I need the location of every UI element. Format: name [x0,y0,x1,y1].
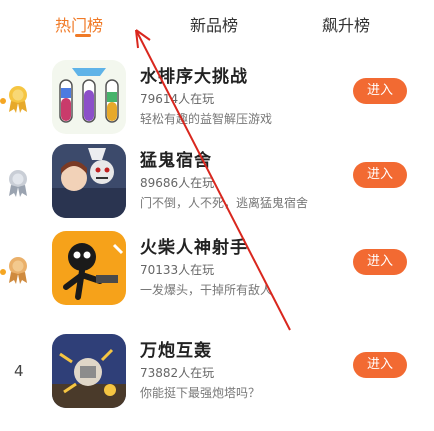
game-icon-stickman-shooter[interactable] [52,231,126,305]
game-description: 你能挺下最强炮塔吗？ [140,386,261,400]
tab-hot[interactable]: 热门榜 [55,12,103,36]
list-item-4[interactable]: 4 万炮互轰 73882人在玩 你能挺下最强炮塔吗？ 进入 [0,330,434,420]
enter-button[interactable]: 进入 [353,78,407,104]
enter-button[interactable]: 进入 [353,249,407,275]
silver-medal-icon [9,170,27,197]
active-tab-indicator [75,34,91,37]
game-title[interactable]: 水排序大挑战 [140,62,248,87]
game-title[interactable]: 万炮互轰 [140,336,212,361]
game-ranking-page: 热门榜 新品榜 飙升榜 水排序大挑战 79614人在玩 轻松有趣的益智解压游戏 [0,0,434,431]
bronze-medal-icon [9,257,27,284]
enter-button[interactable]: 进入 [353,352,407,378]
tab-new[interactable]: 新品榜 [190,12,238,36]
enter-button[interactable]: 进入 [353,162,407,188]
gold-medal-icon [9,86,27,113]
ranking-tabs: 热门榜 新品榜 飙升榜 [0,0,434,44]
game-title[interactable]: 火柴人神射手 [140,233,248,258]
tab-rising[interactable]: 飙升榜 [322,12,370,36]
game-icon-haunted-dorm[interactable] [52,144,126,218]
game-description: 一发爆头，干掉所有敌人 [140,283,273,297]
list-item-2[interactable]: 猛鬼宿舍 89686人在玩 门不倒，人不死，逃离猛鬼宿舍 进入 [0,140,434,230]
list-item-3[interactable]: 火柴人神射手 70133人在玩 一发爆头，干掉所有敌人 进入 [0,227,434,317]
game-description: 轻松有趣的益智解压游戏 [140,112,273,126]
player-count: 70133人在玩 [140,263,215,277]
rank-number: 4 [14,362,24,380]
player-count: 89686人在玩 [140,176,215,190]
list-item-1[interactable]: 水排序大挑战 79614人在玩 轻松有趣的益智解压游戏 进入 [0,56,434,146]
player-count: 73882人在玩 [140,366,215,380]
game-icon-cannon-battle[interactable] [52,334,126,408]
rank-dot [0,269,6,275]
player-count: 79614人在玩 [140,92,215,106]
game-title[interactable]: 猛鬼宿舍 [140,146,212,171]
game-icon-water-sort[interactable] [52,60,126,134]
game-description: 门不倒，人不死，逃离猛鬼宿舍 [140,196,309,210]
rank-dot [0,98,6,104]
